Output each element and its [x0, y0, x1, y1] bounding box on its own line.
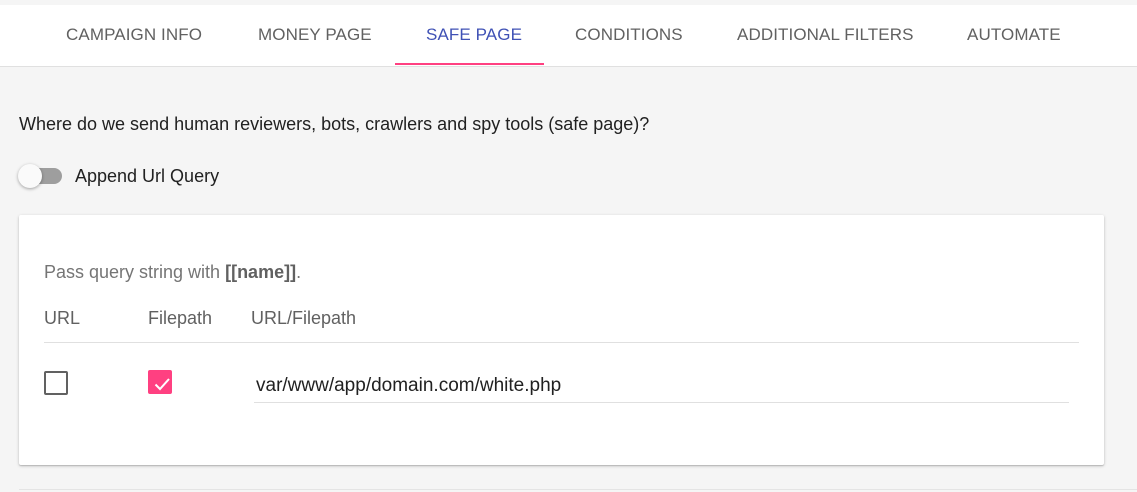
tab-money-page[interactable]: MONEY PAGE — [258, 5, 372, 66]
tab-campaign-info[interactable]: CAMPAIGN INFO — [66, 5, 202, 66]
tab-conditions[interactable]: CONDITIONS — [575, 5, 683, 66]
tab-additional-filters[interactable]: ADDITIONAL FILTERS — [737, 5, 914, 66]
append-url-query-row: Append Url Query — [18, 161, 219, 191]
hint-prefix: Pass query string with — [44, 262, 226, 282]
append-url-query-label: Append Url Query — [75, 165, 220, 186]
toggle-thumb — [18, 164, 42, 188]
active-tab-indicator — [395, 63, 544, 65]
tab-automate[interactable]: AUTOMATE — [967, 5, 1061, 66]
safe-page-question: Where do we send human reviewers, bots, … — [19, 114, 650, 134]
column-header-url-filepath: URL/Filepath — [251, 308, 357, 328]
url-filepath-input[interactable] — [254, 369, 1069, 403]
header-divider — [44, 342, 1079, 343]
tab-bar: CAMPAIGN INFO MONEY PAGE SAFE PAGE CONDI… — [0, 5, 1137, 67]
tab-safe-page[interactable]: SAFE PAGE — [426, 5, 522, 66]
check-icon — [154, 378, 170, 391]
url-checkbox[interactable] — [44, 371, 68, 395]
hint-suffix: . — [296, 262, 302, 282]
append-url-query-toggle[interactable] — [18, 161, 64, 191]
column-header-url: URL — [44, 308, 81, 328]
bottom-divider — [19, 489, 1137, 490]
query-string-hint: Pass query string with [[name]]. — [44, 262, 301, 283]
hint-token: [[name]] — [225, 262, 297, 282]
filepath-checkbox[interactable] — [148, 370, 172, 394]
column-header-filepath: Filepath — [148, 308, 213, 328]
safe-page-card: Pass query string with [[name]]. URL Fil… — [19, 215, 1104, 465]
